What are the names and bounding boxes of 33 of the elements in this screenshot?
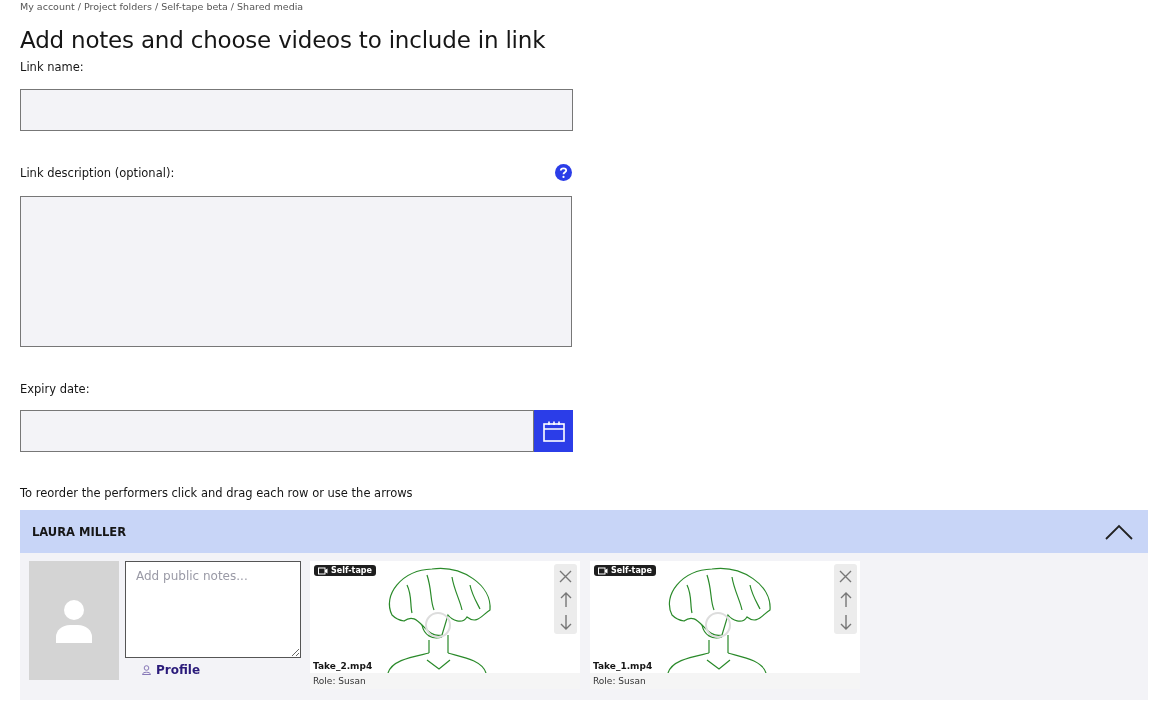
field-label: Link name:	[20, 60, 85, 74]
role-text: Role: Susan	[310, 673, 580, 689]
field-label: Expiry date:	[20, 382, 91, 396]
notes-field[interactable]: Add public notes...	[125, 561, 301, 658]
chevron-up-icon[interactable]	[1104, 522, 1134, 541]
field-label: Link description (optional):	[20, 165, 175, 180]
arrow-up-icon	[839, 591, 852, 607]
calendar-button[interactable]	[534, 410, 573, 452]
video-filename: Take_2.mp4	[313, 661, 373, 671]
help-icon[interactable]	[555, 164, 572, 181]
arrow-up-icon	[559, 591, 572, 607]
page-title: Add notes and choose videos to include in link	[20, 27, 547, 55]
breadcrumb: My account / Project folders / Self-tape beta / Shared media	[20, 0, 305, 14]
role-text: Role: Susan	[590, 673, 860, 689]
person-icon	[142, 665, 151, 675]
arrow-down-icon	[559, 614, 572, 630]
arrow-down-icon	[839, 614, 852, 630]
link-description-field[interactable]	[20, 196, 572, 347]
video-camera-icon	[598, 566, 608, 575]
performer-header[interactable]: LAURA MILLER	[20, 510, 1148, 553]
video-filename: Take_1.mp4	[593, 661, 653, 671]
badge-label: Self-tape	[611, 566, 652, 575]
person-silhouette-icon	[55, 598, 93, 643]
instruction-text: To reorder the performers click and drag each row or use the arrows	[20, 486, 414, 500]
calendar-icon	[542, 420, 565, 442]
profile-link[interactable]: Profile	[142, 663, 201, 677]
expiry-date-field[interactable]	[20, 410, 534, 452]
close-icon	[839, 569, 852, 583]
close-icon	[559, 569, 572, 583]
video-camera-icon	[318, 566, 328, 575]
badge-label: Self-tape	[331, 566, 372, 575]
performer-name: LAURA MILLER	[32, 524, 127, 539]
link-name-field[interactable]	[20, 89, 573, 131]
